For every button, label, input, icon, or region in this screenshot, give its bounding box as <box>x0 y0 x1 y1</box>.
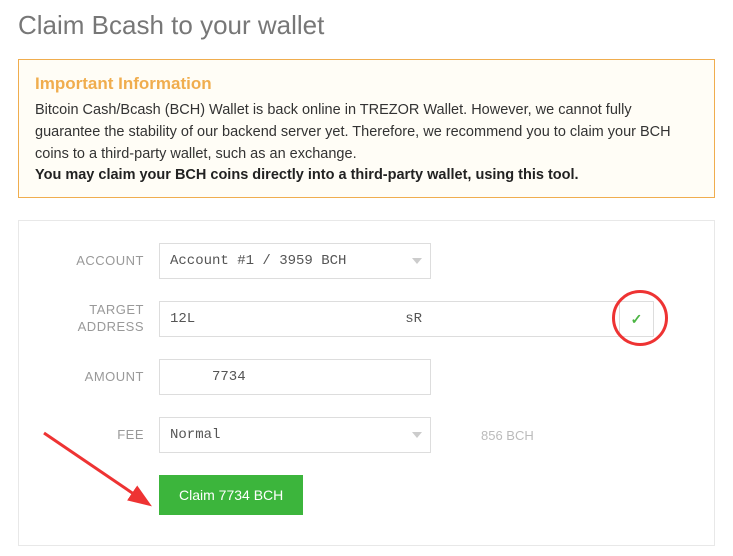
target-address-input[interactable] <box>159 301 620 337</box>
claim-button[interactable]: Claim 7734 BCH <box>159 475 303 515</box>
amount-input[interactable] <box>159 359 431 395</box>
info-body: Bitcoin Cash/Bcash (BCH) Wallet is back … <box>35 100 698 165</box>
target-address-label: TARGET ADDRESS <box>39 302 144 336</box>
claim-form: ACCOUNT Account #1 / 3959 BCH TARGET ADD… <box>18 220 715 546</box>
amount-label: AMOUNT <box>39 369 144 386</box>
account-value: Account #1 / 3959 BCH <box>170 253 346 269</box>
address-valid-indicator: ✓ <box>620 301 654 337</box>
check-icon: ✓ <box>631 311 643 328</box>
account-label: ACCOUNT <box>39 253 144 270</box>
chevron-down-icon <box>412 432 422 438</box>
page-title: Claim Bcash to your wallet <box>18 10 715 41</box>
chevron-down-icon <box>412 258 422 264</box>
fee-select[interactable]: Normal <box>159 417 431 453</box>
info-heading: Important Information <box>35 74 698 94</box>
info-bold: You may claim your BCH coins directly in… <box>35 167 698 183</box>
fee-amount-text: 856 BCH <box>481 428 534 443</box>
account-select[interactable]: Account #1 / 3959 BCH <box>159 243 431 279</box>
fee-label: FEE <box>39 427 144 444</box>
fee-value: Normal <box>170 427 220 443</box>
important-info-box: Important Information Bitcoin Cash/Bcash… <box>18 59 715 198</box>
